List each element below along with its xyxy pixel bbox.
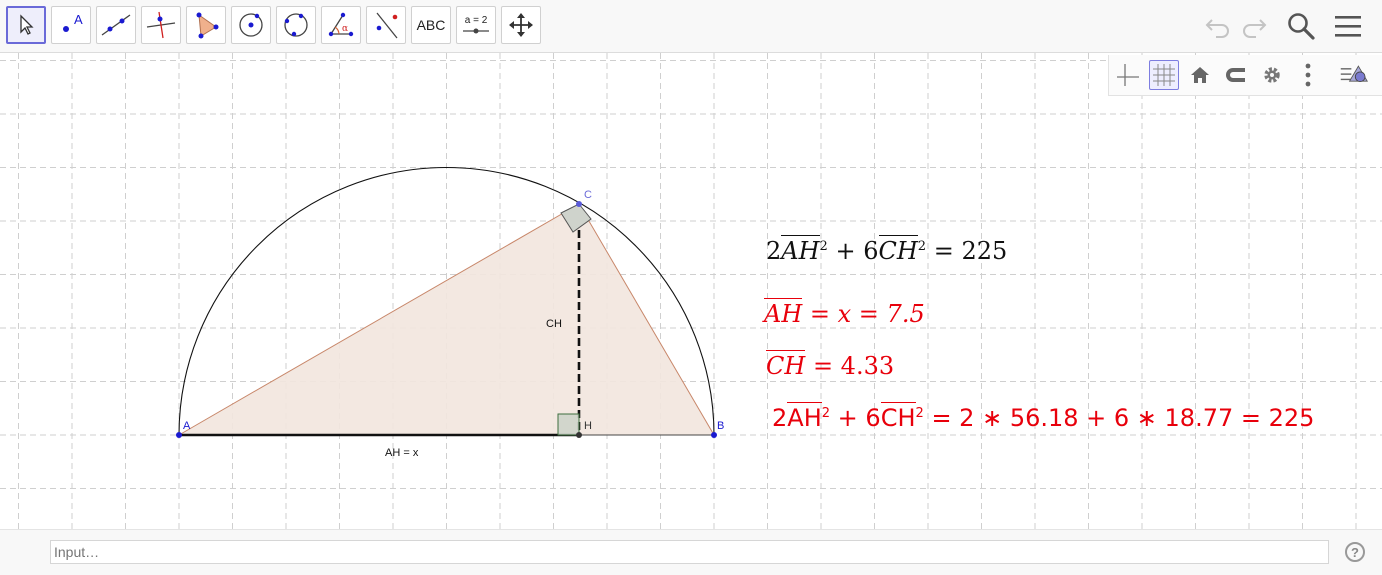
point-capturing-button[interactable]	[1221, 60, 1251, 90]
ah-value: = x = 7.5	[809, 300, 925, 328]
circle-center-tool-button[interactable]	[231, 6, 271, 44]
settings-button[interactable]	[1257, 60, 1287, 90]
formula-computation[interactable]: 2AH2 + 6CH2 = 2 ∗ 56.18 + 6 ∗ 18.77 = 22…	[772, 402, 1315, 432]
move-tool-button[interactable]	[6, 6, 46, 44]
slider-icon	[463, 28, 489, 34]
plus-sign: +	[837, 404, 858, 432]
show-grid-button[interactable]	[1149, 60, 1179, 90]
text-tool-button[interactable]: ABC	[411, 6, 451, 44]
exponent-2: 2	[915, 406, 924, 421]
text-tool-icon: ABC	[416, 17, 446, 33]
more-icon	[1305, 63, 1311, 87]
rhs-value: 225	[961, 237, 1008, 265]
circle-center-icon	[239, 13, 263, 37]
show-axes-button[interactable]	[1113, 60, 1143, 90]
standard-view-button[interactable]	[1185, 60, 1215, 90]
formula-ah-value[interactable]: AH = x = 7.5	[764, 298, 925, 328]
move-graphics-tool-button[interactable]	[501, 6, 541, 44]
grid-icon	[1153, 64, 1175, 86]
point-b-label: B	[717, 420, 724, 432]
segment-ah-symbol: AH	[787, 402, 822, 432]
coef-6: 6	[865, 404, 881, 432]
segment-ah-symbol: AH	[764, 298, 803, 328]
graphics-view[interactable]: A B C H AH = x CH 2AH2 + 6CH2 = 225 AH =…	[0, 53, 1382, 529]
perpendicular-line-icon	[146, 11, 176, 39]
formula-ch-value[interactable]: CH = 4.33	[766, 350, 895, 380]
circle-three-points-tool-button[interactable]	[276, 6, 316, 44]
reflect-tool-button[interactable]	[366, 6, 406, 44]
coef-2: 2	[772, 404, 788, 432]
coef-2: 2	[766, 237, 782, 265]
home-icon	[1191, 67, 1209, 83]
toggle-style-bar-button[interactable]	[1339, 60, 1369, 90]
point-a-label: A	[183, 420, 191, 432]
formula-equation[interactable]: 2AH2 + 6CH2 = 225	[766, 235, 1008, 265]
main-menu-button[interactable]	[1330, 8, 1366, 44]
slider-tool-button[interactable]: a = 2	[456, 6, 496, 44]
settings-icon	[1264, 67, 1280, 83]
angle-icon-label: α	[342, 24, 348, 34]
search-button[interactable]	[1283, 8, 1319, 44]
arrow-cursor-icon	[20, 14, 34, 35]
redo-icon	[1243, 19, 1267, 38]
circle-three-points-icon	[284, 13, 308, 37]
exponent-2: 2	[819, 239, 828, 254]
line-icon	[101, 14, 131, 36]
segment-ch-symbol: CH	[766, 350, 806, 380]
point-icon: A	[63, 12, 83, 32]
reflect-icon	[376, 12, 398, 39]
angle-tool-button[interactable]: α	[321, 6, 361, 44]
point-a[interactable]	[176, 432, 182, 438]
redo-button[interactable]	[1236, 8, 1272, 44]
slider-icon-label: a = 2	[464, 15, 488, 26]
menu-icon	[1335, 16, 1361, 37]
grid	[0, 53, 1382, 529]
help-icon[interactable]: ?	[1345, 542, 1365, 562]
computation-rhs: = 2 ∗ 56.18 + 6 ∗ 18.77 = 225	[931, 404, 1315, 432]
axes-icon	[1117, 64, 1139, 86]
point-h-label: H	[584, 420, 592, 432]
segment-ch-symbol: CH	[878, 235, 918, 265]
toggle-style-bar-icon	[1340, 65, 1369, 83]
ch-value: = 4.33	[812, 352, 895, 380]
undo-icon	[1205, 19, 1229, 38]
more-options-button[interactable]	[1293, 60, 1323, 90]
geometry-canvas[interactable]: A B C H AH = x CH	[0, 53, 1382, 529]
point-c[interactable]	[576, 201, 582, 207]
point-c-label: C	[584, 189, 592, 201]
segment-ah-label: AH = x	[385, 447, 419, 459]
right-angle-marker-h[interactable]	[557, 413, 580, 436]
input-bar: ?	[0, 529, 1382, 575]
segment-ah-symbol: AH	[781, 235, 820, 265]
equals-sign: =	[933, 237, 954, 265]
line-tool-button[interactable]	[96, 6, 136, 44]
polygon-tool-button[interactable]	[186, 6, 226, 44]
segment-ch-label: CH	[546, 318, 562, 330]
magnet-icon	[1226, 68, 1245, 82]
point-icon-label: A	[74, 12, 83, 27]
coef-6: 6	[863, 237, 879, 265]
move-graphics-icon	[509, 13, 533, 37]
polygon-icon	[196, 12, 219, 39]
search-icon	[1288, 13, 1315, 40]
perpendicular-line-tool-button[interactable]	[141, 6, 181, 44]
undo-button[interactable]	[1200, 8, 1236, 44]
point-b[interactable]	[711, 432, 717, 438]
plus-sign: +	[835, 237, 856, 265]
toolbar: A α ABC a = 2	[0, 0, 1382, 53]
exponent-2: 2	[917, 239, 927, 254]
algebra-input-field[interactable]	[50, 540, 1329, 564]
angle-icon: α	[328, 12, 354, 37]
point-tool-button[interactable]: A	[51, 6, 91, 44]
point-h[interactable]	[576, 432, 582, 438]
exponent-2: 2	[821, 406, 831, 421]
style-bar	[1108, 55, 1382, 96]
segment-ch-symbol: CH	[880, 402, 916, 432]
